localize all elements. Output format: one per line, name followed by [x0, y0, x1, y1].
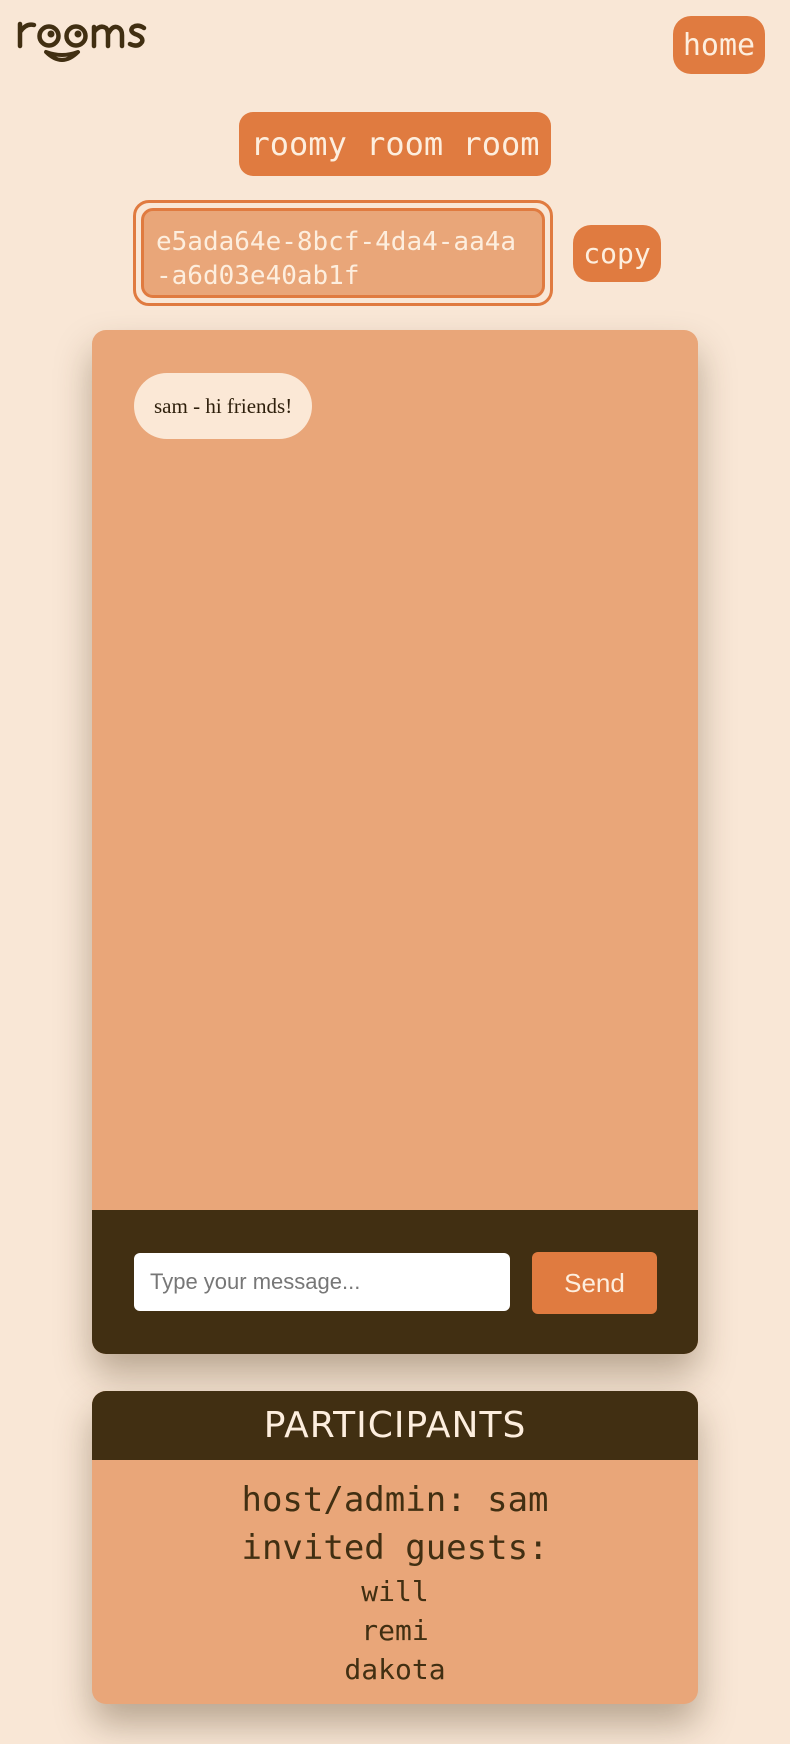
guest-item: remi: [361, 1614, 429, 1647]
room-code-field[interactable]: e5ada64e-8bcf-4da4-aa4a-a6d03e40ab1f: [133, 200, 553, 306]
guest-item: dakota: [344, 1653, 446, 1686]
participants-heading: PARTICIPANTS: [92, 1391, 698, 1460]
guest-item: will: [361, 1575, 429, 1608]
message-list[interactable]: sam - hi friends!: [92, 330, 698, 1210]
chat-panel: sam - hi friends! Send: [92, 330, 698, 1354]
home-button[interactable]: home: [673, 16, 765, 74]
message-input[interactable]: [134, 1253, 510, 1311]
room-code-value[interactable]: e5ada64e-8bcf-4da4-aa4a-a6d03e40ab1f: [141, 208, 545, 298]
guests-label: invited guests:: [241, 1528, 549, 1568]
copy-button[interactable]: copy: [573, 225, 661, 282]
chat-message: sam - hi friends!: [134, 373, 313, 439]
host-line: host/admin: sam: [241, 1480, 549, 1520]
room-title: roomy room room: [239, 112, 551, 176]
send-button[interactable]: Send: [532, 1252, 657, 1314]
guest-list: will remi dakota: [92, 1572, 698, 1689]
participants-panel: PARTICIPANTS host/admin: sam invited gue…: [92, 1391, 698, 1704]
rooms-logo: [17, 21, 147, 62]
message-composer: Send: [92, 1210, 698, 1354]
